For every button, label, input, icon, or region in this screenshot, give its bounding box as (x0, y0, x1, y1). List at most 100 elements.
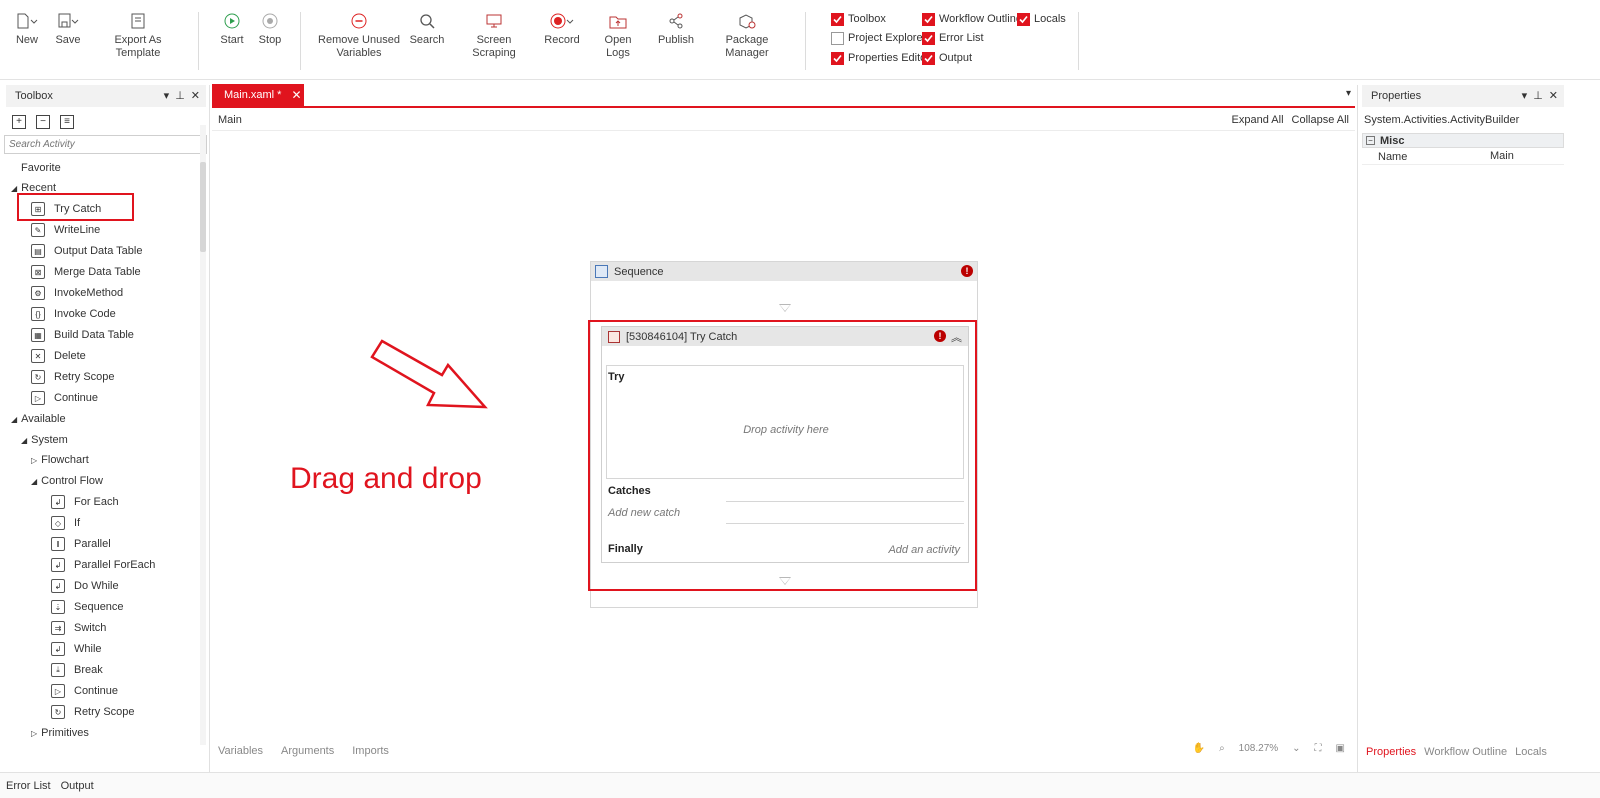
export-template-icon (131, 13, 145, 29)
activity-continue[interactable]: ▷ Continue (31, 389, 98, 407)
ribbon: New Save Export As Template Start Stop R… (0, 0, 1600, 80)
collapse-category-icon[interactable]: − (1366, 136, 1375, 145)
export-as-template-button[interactable]: Export As Template (94, 8, 182, 60)
activity-invoke-method[interactable]: ⚙ InvokeMethod (31, 284, 123, 302)
activity-writeline[interactable]: ✎ WriteLine (31, 221, 100, 239)
toolbox-scrollbar[interactable] (200, 125, 206, 745)
output-link[interactable]: Output (61, 780, 94, 792)
sequence-header[interactable]: Sequence ! (591, 262, 977, 281)
checkbox-checked-icon (1017, 12, 1030, 26)
tree-node-favorite[interactable]: Favorite (21, 159, 61, 177)
activity-if[interactable]: ◇ If (51, 514, 80, 532)
activity-invoke-code[interactable]: {} Invoke Code (31, 305, 116, 323)
expand-all-link[interactable]: Expand All (1232, 114, 1284, 126)
error-list-link[interactable]: Error List (6, 780, 51, 792)
invoke-method-icon: ⚙ (31, 286, 45, 300)
tree-node-available[interactable]: ◢ Available (11, 410, 66, 428)
breadcrumb[interactable]: Main (218, 114, 242, 126)
pan-hand-icon[interactable]: ✋ (1193, 743, 1205, 754)
activity-parallel-foreach[interactable]: ↲ Parallel ForEach (51, 556, 155, 574)
retry-scope-icon: ↻ (51, 705, 65, 719)
tree-node-control-flow[interactable]: ◢ Control Flow (31, 472, 103, 490)
toggle-locals-panel[interactable]: Locals (1017, 11, 1066, 27)
toggle-error-list-panel[interactable]: Error List (922, 30, 984, 46)
properties-panel: Properties ▾ ⊥ ✕ System.Activities.Activ… (1357, 85, 1567, 772)
stop-button[interactable]: Stop (257, 8, 283, 47)
list-view-icon[interactable]: ≡ (60, 115, 74, 129)
drop-point-icon[interactable] (779, 304, 791, 312)
new-button[interactable]: New (14, 8, 40, 47)
activity-merge-data-table[interactable]: ⊠ Merge Data Table (31, 263, 141, 281)
pin-icon[interactable]: ⊥ (175, 89, 185, 102)
tab-variables[interactable]: Variables (218, 745, 263, 757)
activity-sequence[interactable]: ⇣ Sequence (51, 598, 124, 616)
tab-workflow-outline[interactable]: Workflow Outline (1424, 746, 1507, 758)
drag-and-drop-annotation: Drag and drop (290, 462, 482, 495)
pin-icon[interactable]: ⊥ (1533, 89, 1543, 102)
save-button[interactable]: Save (55, 8, 81, 47)
activity-break[interactable]: ⤓ Break (51, 661, 103, 679)
fit-to-screen-icon[interactable]: ⛶ (1315, 743, 1322, 754)
tab-main-xaml[interactable]: Main.xaml * ✕ (212, 84, 304, 106)
activity-retry-scope-flow[interactable]: ↻ Retry Scope (51, 703, 135, 721)
toggle-project-explorer-panel[interactable]: Project Explorer (831, 30, 926, 46)
tab-overflow-icon[interactable]: ▾ (1346, 88, 1351, 99)
property-row-name[interactable]: Name Main (1362, 148, 1564, 165)
activity-continue-flow[interactable]: ▷ Continue (51, 682, 118, 700)
category-misc[interactable]: − Misc (1362, 133, 1564, 148)
search-button[interactable]: Search (409, 8, 445, 47)
toggle-properties-editor-panel[interactable]: Properties Editor (831, 50, 930, 66)
toggle-output-panel[interactable]: Output (922, 50, 972, 66)
tab-imports[interactable]: Imports (352, 745, 389, 757)
activity-output-data-table[interactable]: ▤ Output Data Table (31, 242, 142, 260)
record-button[interactable]: Record (544, 8, 580, 47)
build-data-table-icon: ▦ (31, 328, 45, 342)
zoom-level[interactable]: 108.27% (1239, 743, 1278, 754)
dropdown-icon[interactable]: ▾ (164, 89, 170, 102)
close-icon[interactable]: ✕ (1549, 89, 1558, 102)
continue-icon: ▷ (51, 684, 65, 698)
ribbon-separator (805, 12, 806, 70)
close-icon[interactable]: ✕ (191, 89, 200, 102)
zoom-icon[interactable]: ⌕ (1219, 743, 1225, 754)
close-tab-icon[interactable]: ✕ (291, 88, 301, 102)
tree-node-system[interactable]: ◢ System (21, 431, 68, 449)
tab-properties[interactable]: Properties (1366, 746, 1416, 758)
parallel-icon: ‖ (51, 537, 65, 551)
zoom-dropdown-icon[interactable]: ⌄ (1292, 743, 1300, 754)
toggle-toolbox-panel[interactable]: Toolbox (831, 11, 886, 27)
tree-node-primitives[interactable]: ▷ Primitives (31, 724, 89, 742)
record-icon (550, 13, 574, 29)
delete-icon: ✕ (31, 349, 45, 363)
open-logs-button[interactable]: Open Logs (592, 8, 644, 60)
collapse-all-link[interactable]: Collapse All (1292, 114, 1349, 126)
search-activity-input[interactable] (4, 135, 207, 154)
activity-switch[interactable]: ⇉ Switch (51, 619, 106, 637)
activity-do-while[interactable]: ↲ Do While (51, 577, 119, 595)
activity-retry-scope[interactable]: ↻ Retry Scope (31, 368, 115, 386)
scrollbar-thumb[interactable] (200, 162, 206, 252)
start-button[interactable]: Start (219, 8, 245, 47)
document-tab-bar: Main.xaml * ✕ ▾ (212, 84, 1355, 108)
expand-all-icon[interactable]: + (12, 115, 26, 129)
activity-for-each[interactable]: ↲ For Each (51, 493, 119, 511)
tab-arguments[interactable]: Arguments (281, 745, 334, 757)
activity-parallel[interactable]: ‖ Parallel (51, 535, 111, 553)
package-manager-button[interactable]: Package Manager (706, 8, 788, 60)
collapse-all-icon[interactable]: − (36, 115, 50, 129)
remove-unused-variables-button[interactable]: Remove Unused Variables (318, 8, 400, 60)
toggle-workflow-outline-panel[interactable]: Workflow Outline (922, 11, 1022, 27)
tab-locals[interactable]: Locals (1515, 746, 1547, 758)
dropdown-icon[interactable]: ▾ (1522, 89, 1528, 102)
overview-map-icon[interactable]: ▣ (1336, 743, 1345, 754)
publish-button[interactable]: Publish (656, 8, 696, 47)
error-icon[interactable]: ! (961, 265, 973, 277)
selected-type-name: System.Activities.ActivityBuilder (1364, 114, 1520, 126)
activity-delete[interactable]: ✕ Delete (31, 347, 86, 365)
activity-build-data-table[interactable]: ▦ Build Data Table (31, 326, 134, 344)
screen-scraping-button[interactable]: Screen Scraping (458, 8, 530, 60)
tree-node-flowchart[interactable]: ▷ Flowchart (31, 451, 89, 469)
retry-scope-icon: ↻ (31, 370, 45, 384)
ribbon-separator (198, 12, 199, 70)
activity-while[interactable]: ↲ While (51, 640, 102, 658)
